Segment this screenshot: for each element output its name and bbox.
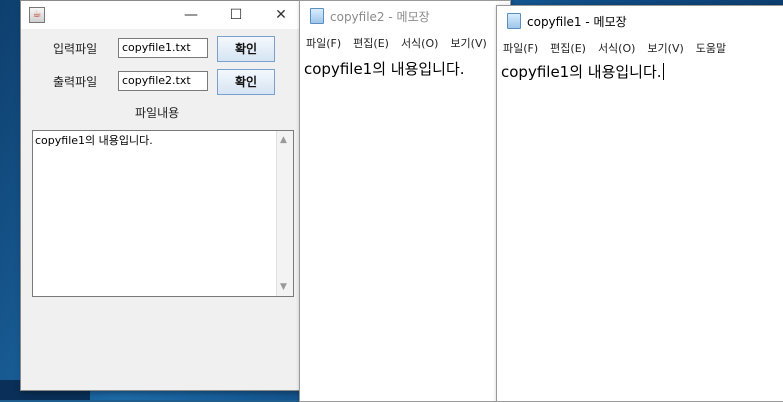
menu-view[interactable]: 보기(V)	[444, 34, 492, 54]
notepad-icon	[310, 8, 324, 24]
file-content-textarea[interactable]: copyfile1의 내용입니다. ▲ ▼	[32, 130, 294, 297]
java-icon[interactable]: ☕	[29, 7, 45, 23]
output-file-field[interactable]: copyfile2.txt	[118, 71, 208, 91]
menu-help[interactable]: 도움말	[690, 39, 732, 59]
notepad-title: copyfile2 - 메모장	[310, 7, 430, 27]
input-file-label: 입력파일	[53, 42, 98, 56]
notepad-title: copyfile1 - 메모장	[507, 12, 627, 32]
menu-format[interactable]: 서식(O)	[395, 34, 444, 54]
menu-bar: 파일(F) 편집(E) 서식(O) 보기(V)	[300, 34, 510, 54]
maximize-button[interactable]: ☐	[214, 1, 258, 29]
notepad-copyfile2-window[interactable]: copyfile2 - 메모장 파일(F) 편집(E) 서식(O) 보기(V) cop…	[299, 0, 511, 402]
notepad-text-area[interactable]: copyfile1의 내용입니다.	[304, 58, 465, 79]
vertical-scrollbar[interactable]: ▲ ▼	[276, 131, 293, 296]
output-file-label: 출력파일	[53, 75, 98, 89]
notepad-title-text: copyfile2 - 메모장	[330, 10, 430, 24]
file-content-label: 파일내용	[135, 106, 180, 120]
scroll-down-icon[interactable]: ▼	[280, 282, 287, 292]
output-confirm-button[interactable]: 확인	[217, 69, 275, 95]
menu-file[interactable]: 파일(F)	[300, 34, 347, 54]
menu-format[interactable]: 서식(O)	[592, 39, 641, 59]
scroll-up-icon[interactable]: ▲	[280, 135, 287, 145]
text-caret	[662, 63, 664, 80]
menu-view[interactable]: 보기(V)	[641, 39, 689, 59]
notepad-icon	[507, 13, 521, 29]
java-window: ☕ — ☐ ✕ 입력파일 copyfile1.txt 확인 출력파일 copyf…	[20, 0, 302, 391]
menu-edit[interactable]: 편집(E)	[544, 39, 592, 59]
notepad-copyfile1-window[interactable]: copyfile1 - 메모장 파일(F) 편집(E) 서식(O) 보기(V) 도움말 …	[496, 5, 783, 402]
menu-edit[interactable]: 편집(E)	[347, 34, 395, 54]
notepad-text-area[interactable]: copyfile1의 내용입니다.	[501, 61, 664, 82]
menu-file[interactable]: 파일(F)	[497, 39, 544, 59]
input-file-field[interactable]: copyfile1.txt	[118, 38, 208, 58]
input-confirm-button[interactable]: 확인	[217, 36, 275, 62]
title-bar[interactable]: ☕ — ☐ ✕	[21, 1, 301, 29]
minimize-button[interactable]: —	[169, 1, 213, 29]
file-content-text: copyfile1의 내용입니다.	[35, 134, 153, 147]
notepad-title-text: copyfile1 - 메모장	[527, 15, 627, 29]
notepad-text: copyfile1의 내용입니다.	[501, 63, 662, 81]
menu-bar: 파일(F) 편집(E) 서식(O) 보기(V) 도움말	[497, 39, 783, 59]
close-button[interactable]: ✕	[259, 1, 303, 29]
